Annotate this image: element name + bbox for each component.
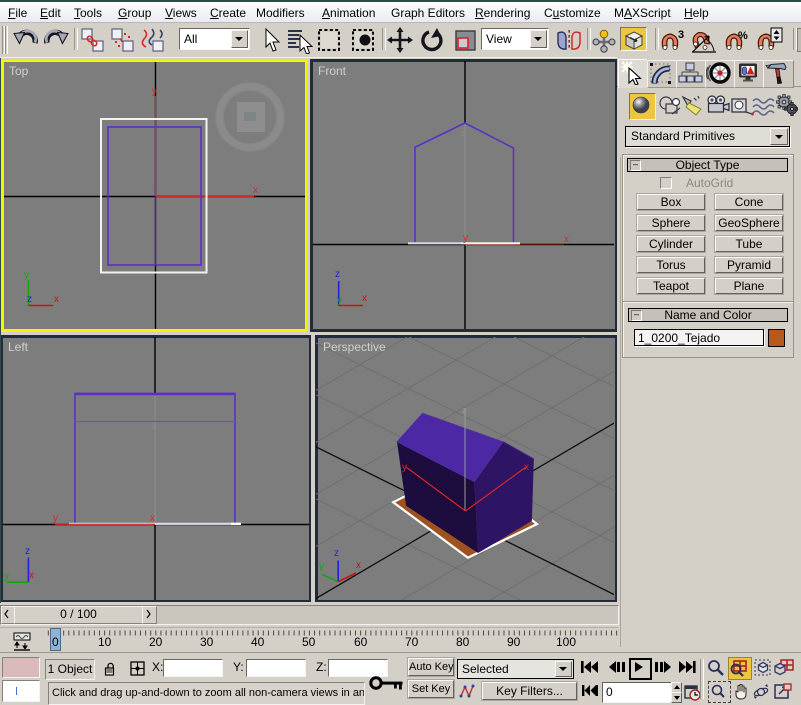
- svg-text:x: x: [54, 294, 59, 305]
- svg-text:x: x: [524, 462, 529, 473]
- svg-text:y: y: [53, 513, 58, 524]
- svg-text:y: y: [463, 233, 468, 244]
- svg-text:x: x: [29, 570, 34, 581]
- svg-text:y: y: [319, 561, 324, 572]
- svg-text:y: y: [24, 270, 29, 281]
- svg-text:z: z: [25, 546, 30, 557]
- svg-text:z: z: [335, 269, 340, 280]
- svg-text:x: x: [564, 234, 569, 245]
- svg-text:z: z: [27, 294, 32, 305]
- svg-text:y: y: [402, 462, 407, 473]
- svg-text:z: z: [462, 405, 467, 415]
- svg-text:z: z: [334, 548, 339, 559]
- svg-text:y: y: [4, 571, 9, 582]
- svg-text:y: y: [337, 295, 342, 306]
- svg-text:y: y: [152, 86, 157, 97]
- svg-text:x: x: [362, 293, 367, 304]
- svg-text:x: x: [253, 185, 258, 196]
- svg-text:%: %: [738, 30, 748, 42]
- svg-text:x: x: [150, 513, 155, 524]
- svg-text:z: z: [461, 128, 466, 138]
- svg-text:x: x: [356, 560, 361, 571]
- svg-text:z: z: [152, 182, 157, 192]
- svg-text:3: 3: [678, 29, 684, 41]
